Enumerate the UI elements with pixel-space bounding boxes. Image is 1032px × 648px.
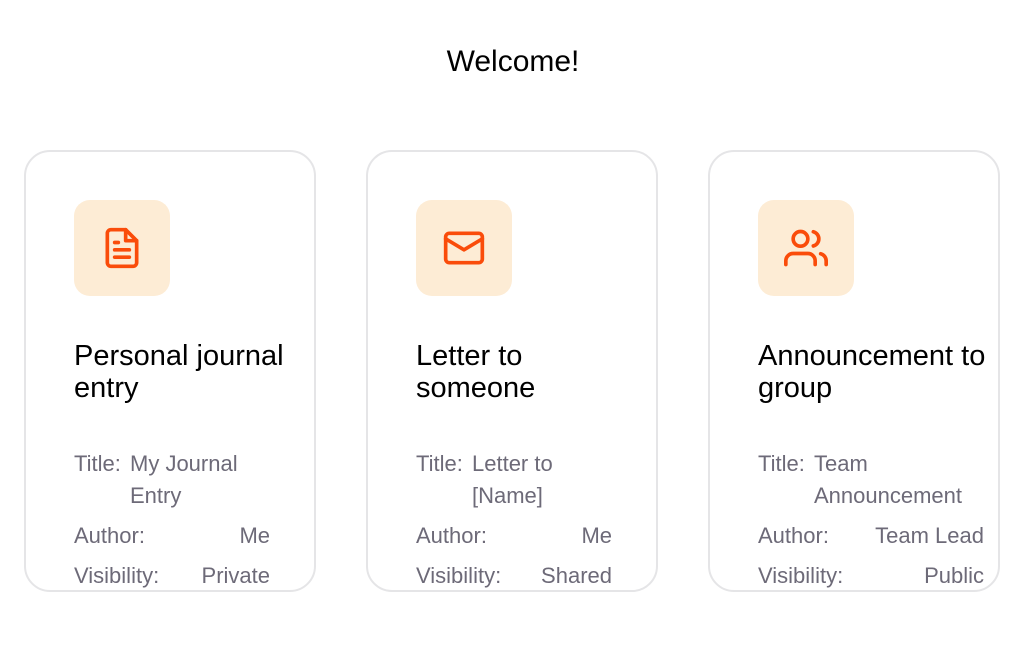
meta-author-value: Me bbox=[581, 523, 612, 548]
page-title: Welcome! bbox=[446, 45, 580, 78]
meta-visibility-value: Shared bbox=[541, 563, 612, 588]
meta-author-row: Author: Team Lead bbox=[758, 520, 984, 552]
meta-author-row: Author: Me bbox=[74, 520, 270, 552]
meta-title-row: Title: My Journal Entry bbox=[74, 448, 270, 512]
meta-visibility-label: Visibility: bbox=[758, 563, 844, 588]
meta-author-row: Author: Me bbox=[416, 520, 612, 552]
meta-visibility-label: Visibility: bbox=[416, 563, 502, 588]
icon-tile bbox=[758, 200, 854, 296]
document-icon bbox=[105, 227, 139, 269]
icon-tile bbox=[74, 200, 170, 296]
meta-visibility-row: Visibility: Shared bbox=[416, 560, 612, 590]
template-card-announcement[interactable]: Announcement to group Title: Team Announ… bbox=[708, 150, 1000, 592]
meta-author-value: Team Lead bbox=[875, 523, 984, 548]
meta-visibility-row: Visibility: Public bbox=[758, 560, 984, 590]
card-meta: Title: Letter to [Name] Author: Me Visib… bbox=[416, 448, 612, 590]
meta-author-label: Author: bbox=[758, 523, 829, 548]
meta-visibility-value: Public bbox=[924, 563, 984, 588]
meta-visibility-value: Private bbox=[201, 563, 270, 588]
card-meta: Title: My Journal Entry Author: Me Visib… bbox=[74, 448, 270, 590]
meta-title-row: Title: Letter to [Name] bbox=[416, 448, 612, 512]
meta-visibility-label: Visibility: bbox=[74, 563, 160, 588]
mail-icon bbox=[443, 231, 485, 265]
template-card-journal[interactable]: Personal journal entry Title: My Journal… bbox=[24, 150, 316, 592]
template-card-letter[interactable]: Letter to someone Title: Letter to [Name… bbox=[366, 150, 658, 592]
card-title: Announcement to group bbox=[758, 340, 986, 404]
card-meta: Title: Team Announcement Author: Team Le… bbox=[758, 448, 984, 590]
meta-title-row: Title: Team Announcement bbox=[758, 448, 984, 512]
meta-author-label: Author: bbox=[416, 523, 487, 548]
card-title: Personal journal entry bbox=[74, 340, 284, 404]
card-title: Letter to someone bbox=[416, 340, 536, 404]
users-icon bbox=[784, 229, 828, 267]
icon-tile bbox=[416, 200, 512, 296]
meta-author-value: Me bbox=[239, 523, 270, 548]
meta-author-label: Author: bbox=[74, 523, 145, 548]
meta-visibility-row: Visibility: Private bbox=[74, 560, 270, 590]
